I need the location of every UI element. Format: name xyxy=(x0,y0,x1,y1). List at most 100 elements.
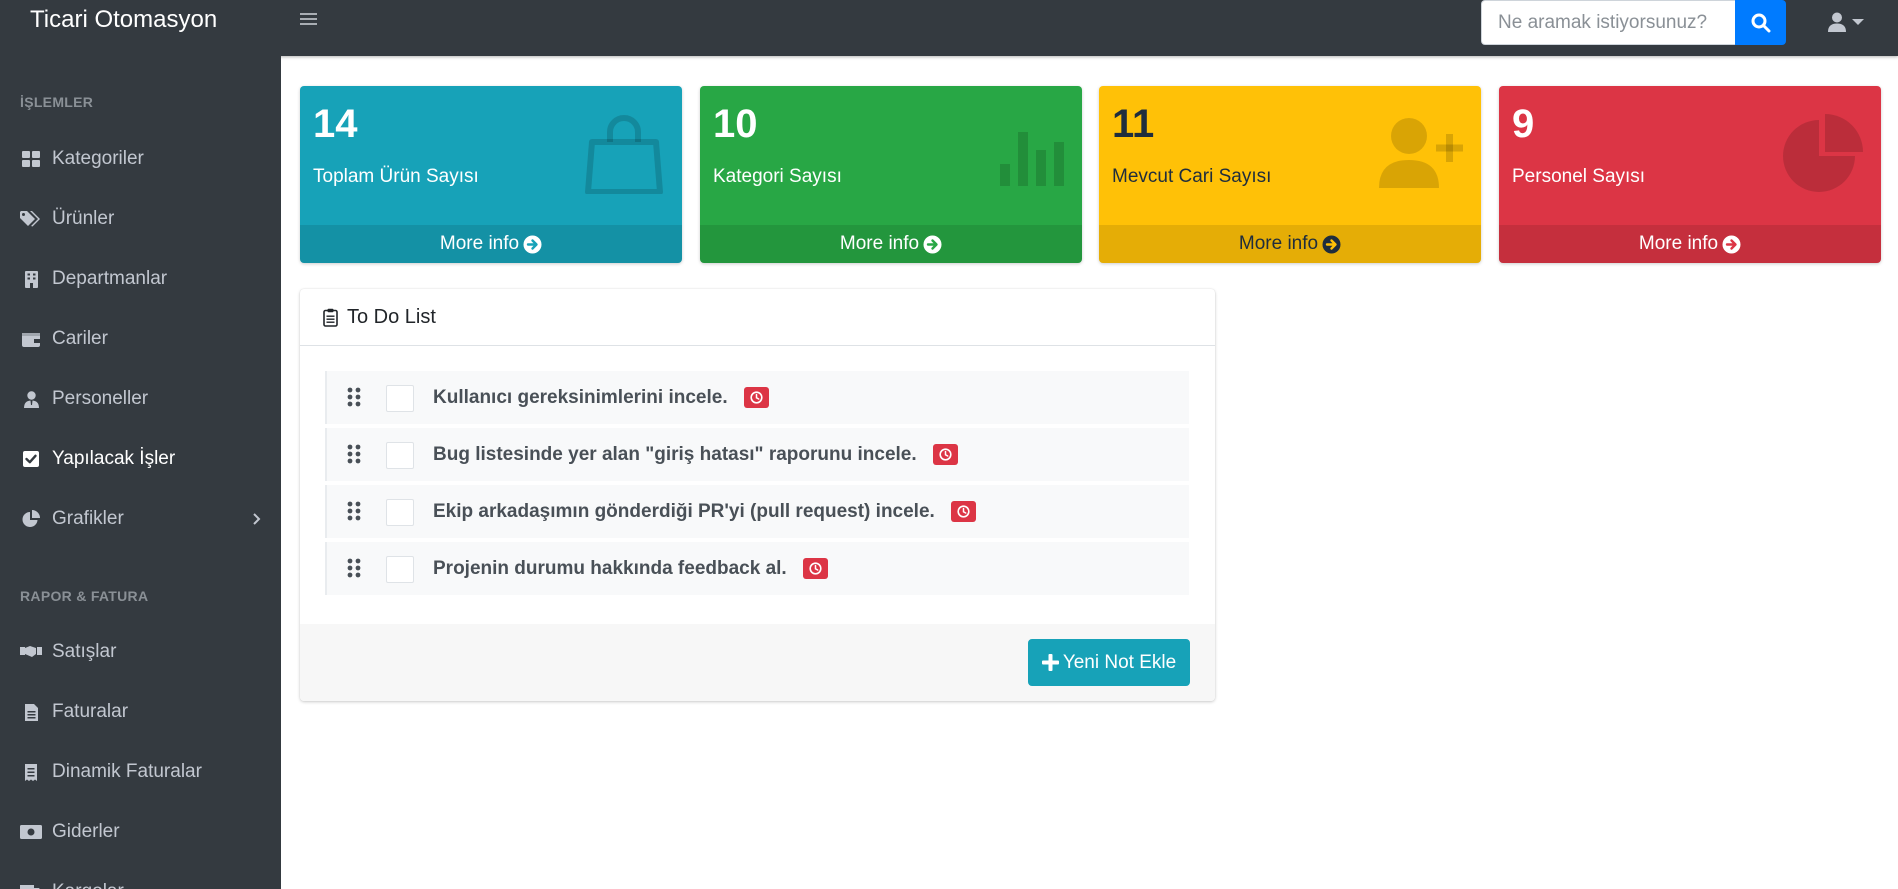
todo-item: Ekip arkadaşımın gönderdiği PR'yi (pull … xyxy=(325,485,1189,538)
sidebar-item-urunler[interactable]: Ürünler xyxy=(0,195,281,243)
todo-text: Kullanıcı gereksinimlerini incele. xyxy=(433,386,728,408)
todo-item: Projenin durumu hakkında feedback al. xyxy=(325,542,1189,595)
todo-text-row: Ekip arkadaşımın gönderdiği PR'yi (pull … xyxy=(433,485,976,538)
sidebar-item-giderler[interactable]: Giderler xyxy=(0,808,281,856)
search-input[interactable] xyxy=(1481,0,1735,45)
money-bill-icon xyxy=(20,822,42,842)
todo-text-row: Bug listesinde yer alan "giriş hatası" r… xyxy=(433,428,958,481)
sidebar-header-islemler: İŞLEMLER xyxy=(20,94,94,110)
more-info-label: More info xyxy=(439,233,520,254)
sidebar-item-label: Personeller xyxy=(52,388,149,409)
sidebar-item-personeller[interactable]: Personeller xyxy=(0,375,281,423)
sidebar-item-label: Kargolar xyxy=(52,881,124,889)
time-badge xyxy=(802,558,828,579)
stat-value: 9 xyxy=(1512,102,1535,146)
pie-chart-icon xyxy=(20,509,42,529)
stat-label: Mevcut Cari Sayısı xyxy=(1112,166,1272,187)
todo-card: To Do List Kullanıcı gereksinimlerini in… xyxy=(300,289,1215,701)
chevron-down-icon xyxy=(1852,19,1864,25)
file-invoice-icon xyxy=(20,702,42,722)
todo-text: Projenin durumu hakkında feedback al. xyxy=(433,557,787,579)
todo-item: Kullanıcı gereksinimlerini incele. xyxy=(325,371,1189,424)
drag-handle-icon[interactable] xyxy=(347,387,363,412)
todo-item: Bug listesinde yer alan "giriş hatası" r… xyxy=(325,428,1189,481)
receipt-icon xyxy=(20,762,42,782)
stat-value: 14 xyxy=(313,102,358,146)
handshake-icon xyxy=(20,642,42,662)
todo-text: Bug listesinde yer alan "giriş hatası" r… xyxy=(433,443,917,465)
search-icon xyxy=(1751,13,1770,32)
sidebar-item-grafikler[interactable]: Grafikler xyxy=(0,495,281,543)
stat-label: Personel Sayısı xyxy=(1512,166,1646,187)
drag-handle-icon[interactable] xyxy=(347,501,363,526)
arrow-circle-right-icon xyxy=(523,235,542,253)
arrow-circle-right-icon xyxy=(1722,235,1741,253)
todo-checkbox[interactable] xyxy=(386,442,414,469)
arrow-circle-right-icon xyxy=(1322,235,1341,253)
sidebar-item-cariler[interactable]: Cariler xyxy=(0,315,281,363)
sidebar-item-dinamik-faturalar[interactable]: Dinamik Faturalar xyxy=(0,748,281,796)
add-note-button[interactable]: Yeni Not Ekle xyxy=(1028,639,1190,686)
sidebar-item-satislar[interactable]: Satışlar xyxy=(0,628,281,676)
todo-text: Ekip arkadaşımın gönderdiği PR'yi (pull … xyxy=(433,500,935,522)
more-info-link[interactable]: More info xyxy=(1099,225,1481,263)
truck-icon xyxy=(20,882,42,889)
search-button[interactable] xyxy=(1735,0,1786,45)
user-menu-dropdown[interactable] xyxy=(1828,10,1872,34)
sidebar-item-yapilacak-isler[interactable]: Yapılacak İşler xyxy=(0,435,281,483)
stat-value: 11 xyxy=(1112,102,1155,146)
card-title: To Do List xyxy=(347,305,436,328)
todo-checkbox[interactable] xyxy=(386,556,414,583)
stat-box-staff: 9 Personel Sayısı More info xyxy=(1499,86,1881,263)
sidebar-item-label: Ürünler xyxy=(52,208,115,229)
sidebar-item-label: Dinamik Faturalar xyxy=(52,761,202,782)
shopping-bag-icon xyxy=(584,114,664,199)
todo-checkbox[interactable] xyxy=(386,385,414,412)
top-navbar: Ticari Otomasyon xyxy=(0,0,1898,56)
sidebar-header-rapor-fatura: RAPOR & FATURA xyxy=(20,588,149,604)
grid-icon xyxy=(20,149,42,169)
stat-value: 10 xyxy=(713,102,758,146)
bar-chart-icon xyxy=(1000,122,1064,191)
sidebar-item-label: Departmanlar xyxy=(52,268,168,289)
more-info-link[interactable]: More info xyxy=(1499,225,1881,263)
stat-label: Kategori Sayısı xyxy=(713,166,842,187)
stat-box-categories: 10 Kategori Sayısı More info xyxy=(700,86,1082,263)
search-form xyxy=(1481,0,1786,45)
brand-title[interactable]: Ticari Otomasyon xyxy=(30,6,217,34)
more-info-link[interactable]: More info xyxy=(300,225,682,263)
clock-icon xyxy=(809,562,822,575)
sidebar-item-label: Kategoriler xyxy=(52,148,144,169)
stat-box-products: 14 Toplam Ürün Sayısı More info xyxy=(300,86,682,263)
tags-icon xyxy=(20,209,42,229)
stat-label: Toplam Ürün Sayısı xyxy=(313,166,479,187)
sidebar: İŞLEMLER Kategoriler Ürünler Departmanla… xyxy=(0,56,281,889)
sidebar-item-label: Faturalar xyxy=(52,701,129,722)
todo-text-row: Kullanıcı gereksinimlerini incele. xyxy=(433,371,769,424)
more-info-label: More info xyxy=(1638,233,1719,254)
user-tie-icon xyxy=(20,389,42,409)
drag-handle-icon[interactable] xyxy=(347,444,363,469)
building-icon xyxy=(20,269,42,289)
check-square-icon xyxy=(20,449,42,469)
sidebar-item-departmanlar[interactable]: Departmanlar xyxy=(0,255,281,303)
drag-handle-icon[interactable] xyxy=(347,558,363,583)
clock-icon xyxy=(957,505,970,518)
sidebar-item-label: Cariler xyxy=(52,328,108,349)
time-badge xyxy=(950,501,976,522)
todo-checkbox[interactable] xyxy=(386,499,414,526)
clock-icon xyxy=(939,448,952,461)
more-info-label: More info xyxy=(839,233,920,254)
hamburger-icon[interactable] xyxy=(300,8,320,32)
todo-text-row: Projenin durumu hakkında feedback al. xyxy=(433,542,828,595)
sidebar-item-label: Satışlar xyxy=(52,641,117,662)
clipboard-list-icon xyxy=(323,308,338,327)
more-info-link[interactable]: More info xyxy=(700,225,1082,263)
plus-icon xyxy=(1041,654,1059,671)
pie-chart-icon xyxy=(1783,114,1863,199)
sidebar-item-kargolar[interactable]: Kargolar xyxy=(0,868,281,889)
card-footer: Yeni Not Ekle xyxy=(300,624,1215,701)
user-plus-icon xyxy=(1379,116,1463,193)
sidebar-item-faturalar[interactable]: Faturalar xyxy=(0,688,281,736)
sidebar-item-kategoriler[interactable]: Kategoriler xyxy=(0,135,281,183)
